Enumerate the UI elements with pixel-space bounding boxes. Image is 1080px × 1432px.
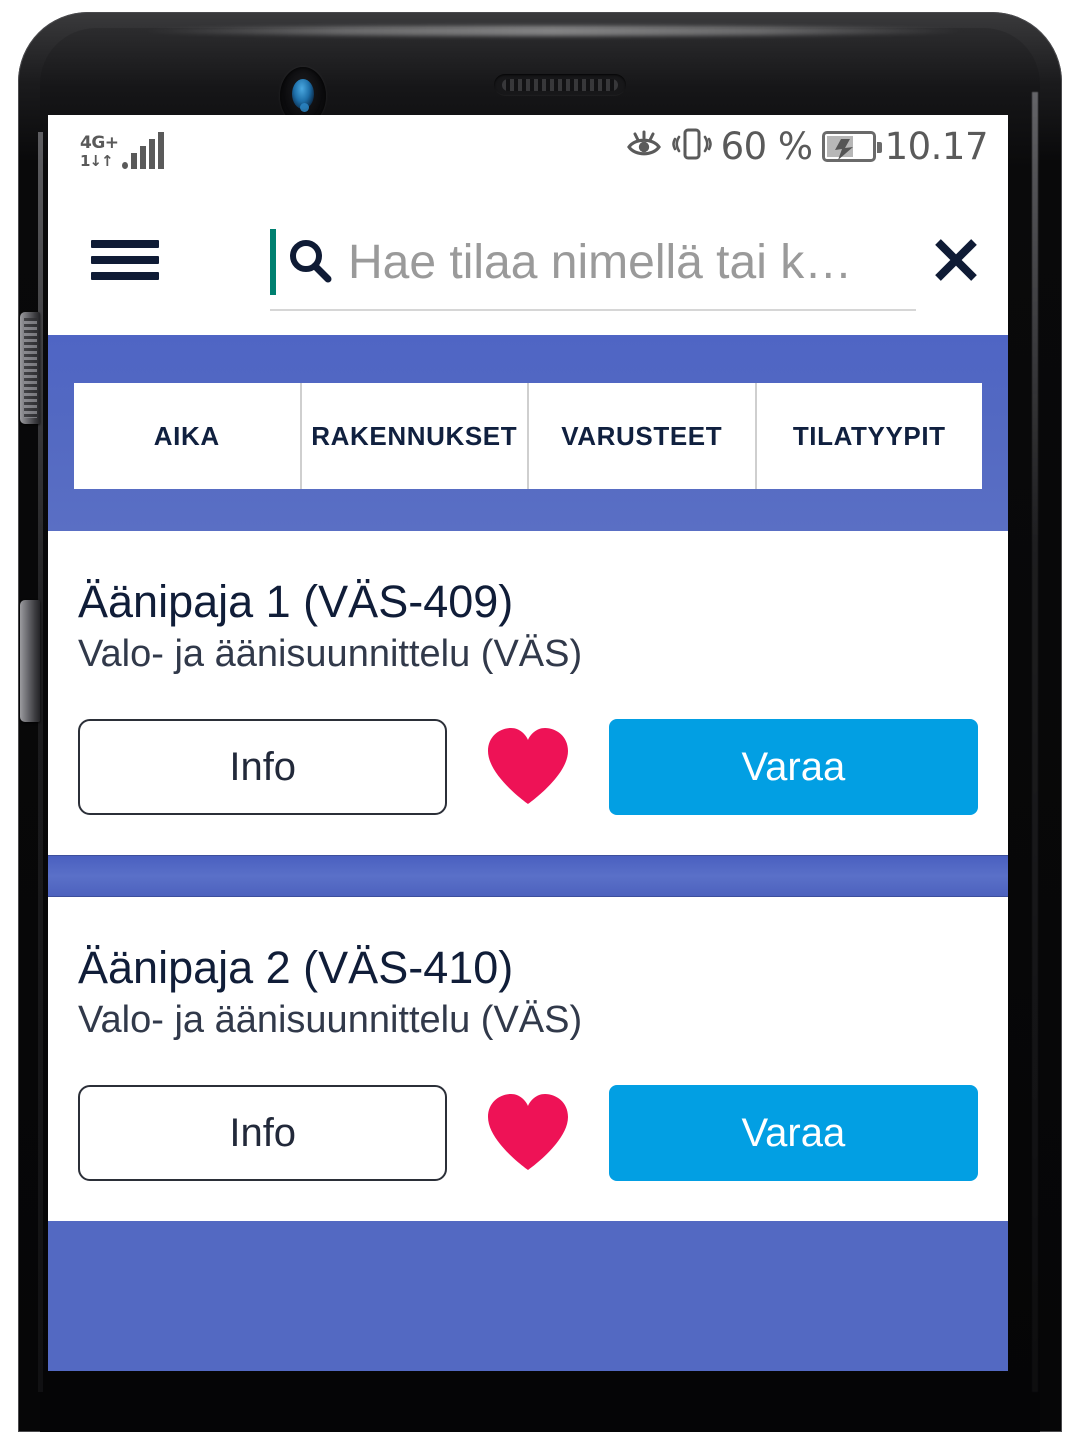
bezel-highlight: [138, 26, 968, 36]
resource-title: Äänipaja 1 (VÄS-409): [78, 576, 514, 627]
speaker-grille: [502, 79, 618, 91]
volume-rocker-button[interactable]: [20, 312, 40, 424]
battery-percent-text: 60 %: [720, 125, 814, 168]
network-data-arrows: 1↓↑: [80, 152, 114, 170]
text-cursor: [270, 229, 276, 295]
power-button[interactable]: [20, 600, 40, 722]
bezel-edge-right: [1032, 92, 1038, 1392]
eye-comfort-icon: [625, 127, 663, 166]
list-separator: [48, 855, 1008, 898]
resource-title: Äänipaja 2 (VÄS-410): [78, 942, 514, 994]
favorite-heart-icon[interactable]: [447, 726, 608, 808]
status-bar: 4G+ 1↓↑ 60 % 10.17: [48, 115, 1008, 197]
camera-glint: [300, 103, 309, 112]
info-button[interactable]: Info: [78, 719, 448, 816]
search-input[interactable]: [348, 234, 916, 290]
filter-bar: AIKA RAKENNUKSET VARUSTEET TILATYYPIT: [48, 335, 1008, 531]
phone-screen: 4G+ 1↓↑ 60 % 10.17 Hae tilaa nimellä tai…: [48, 115, 1008, 1371]
network-type-label: 4G+ 1↓↑: [80, 135, 119, 169]
filter-tabs: AIKA RAKENNUKSET VARUSTEET TILATYYPIT: [74, 383, 982, 489]
tab-rakennukset[interactable]: RAKENNUKSET: [301, 383, 529, 489]
hamburger-menu-icon[interactable]: [91, 234, 159, 286]
clock-text: 10.17: [884, 125, 989, 168]
battery-charging-icon: [821, 131, 882, 162]
reserve-button[interactable]: Varaa: [608, 1085, 978, 1182]
app-bar: [48, 197, 1008, 335]
resource-subtitle: Valo- ja äänisuunnittelu (VÄS): [78, 633, 583, 676]
search-field[interactable]: [270, 215, 916, 311]
status-bar-left: 4G+ 1↓↑: [80, 129, 164, 169]
resource-subtitle: Valo- ja äänisuunnittelu (VÄS): [78, 999, 583, 1042]
reserve-button[interactable]: Varaa: [608, 719, 978, 816]
phone-frame: 4G+ 1↓↑ 60 % 10.17 Hae tilaa nimellä tai…: [0, 0, 1080, 1432]
info-button[interactable]: Info: [78, 1085, 448, 1182]
earpiece-speaker-icon: [494, 74, 626, 96]
network-plus-text: +: [104, 133, 119, 153]
card-actions: Info Varaa: [78, 719, 978, 816]
vibrate-icon: [671, 125, 712, 168]
list-item[interactable]: Äänipaja 1 (VÄS-409) Valo- ja äänisuunni…: [48, 531, 1008, 856]
tab-varusteet[interactable]: VARUSTEET: [529, 383, 757, 489]
search-icon: [282, 234, 338, 290]
status-bar-right: 60 % 10.17: [625, 125, 989, 168]
list-bottom-area: [48, 1221, 1008, 1371]
signal-bars-icon: [121, 129, 164, 169]
favorite-heart-icon[interactable]: [447, 1092, 608, 1174]
tab-aika[interactable]: AIKA: [74, 383, 302, 489]
tab-tilatyypit[interactable]: TILATYYPIT: [756, 383, 982, 489]
network-type-text: 4G: [80, 133, 105, 153]
list-item[interactable]: Äänipaja 2 (VÄS-410) Valo- ja äänisuunni…: [48, 897, 1008, 1222]
card-actions: Info Varaa: [78, 1085, 978, 1182]
close-icon[interactable]: [926, 230, 986, 290]
charging-bolt-icon: [832, 137, 866, 167]
